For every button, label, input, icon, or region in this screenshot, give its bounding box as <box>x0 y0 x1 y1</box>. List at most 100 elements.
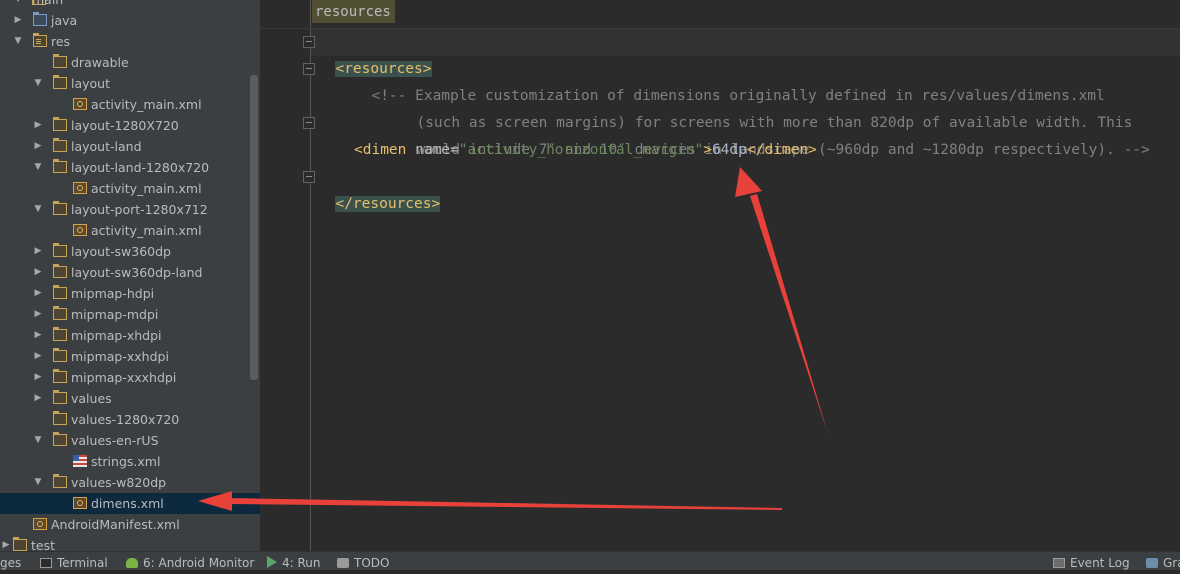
tree-item-layout-1280x720[interactable]: ▶ layout-1280X720 <box>0 115 260 136</box>
fold-marker-icon[interactable] <box>303 36 315 48</box>
xml-file-icon <box>73 497 87 509</box>
tree-item-label: values-w820dp <box>71 475 167 490</box>
folder-icon <box>53 390 67 404</box>
code-line-4: would include 7″ and 10″ devices in land… <box>399 110 1149 158</box>
breadcrumb[interactable]: resources <box>312 0 395 23</box>
tree-item-label: layout-port-1280x712 <box>71 202 208 217</box>
layout-xml-icon <box>73 182 87 194</box>
chevron-down-icon[interactable]: ▼ <box>12 0 24 10</box>
us-flag-icon <box>73 455 87 467</box>
tree-item-label: layout-land-1280x720 <box>71 160 210 175</box>
tree-item-layout-port-1280x712[interactable]: ▼ layout-port-1280x712 <box>0 199 260 220</box>
tree-item-values-en-rus[interactable]: ▼ values-en-rUS <box>0 430 260 451</box>
folder-icon <box>53 285 67 299</box>
tree-item-main[interactable]: ▼ main <box>0 0 260 10</box>
chevron-right-icon[interactable]: ▶ <box>32 304 44 325</box>
tree-item-layout[interactable]: ▼ layout <box>0 73 260 94</box>
chevron-right-icon[interactable]: ▶ <box>32 346 44 367</box>
tree-item-layout-land-1280x720[interactable]: ▼ layout-land-1280x720 <box>0 157 260 178</box>
chevron-right-icon[interactable]: ▶ <box>32 115 44 136</box>
chevron-down-icon[interactable]: ▼ <box>32 73 44 94</box>
code-line-6: </resources> <box>318 164 441 212</box>
tree-item-drawable[interactable]: drawable <box>0 52 260 73</box>
terminal-icon <box>40 558 52 568</box>
chevron-right-icon[interactable]: ▶ <box>32 241 44 262</box>
attribute-name: name= <box>406 142 459 158</box>
folder-icon <box>53 201 67 215</box>
fold-marker-icon[interactable] <box>303 63 315 75</box>
tab-label: Event Log <box>1070 556 1130 570</box>
tree-item-label: layout-sw360dp-land <box>71 265 203 280</box>
tree-item-label: values <box>71 391 112 406</box>
tree-item-label: activity_main.xml <box>91 223 202 238</box>
tree-item-layout-sw360dp-land[interactable]: ▶ layout-sw360dp-land <box>0 262 260 283</box>
tree-item-androidmanifest-xml[interactable]: AndroidManifest.xml <box>0 514 260 535</box>
fold-marker-icon[interactable] <box>303 117 315 129</box>
folder-icon <box>53 369 67 383</box>
messages-tab[interactable]: ges <box>0 552 21 570</box>
tree-item-test[interactable]: ▶ test <box>0 535 260 551</box>
run-tab[interactable]: 4: Run <box>267 552 321 570</box>
chevron-right-icon[interactable]: ▶ <box>0 535 12 551</box>
folder-icon <box>53 264 67 278</box>
tree-item-activity-main-xml[interactable]: activity_main.xml <box>0 94 260 115</box>
tab-label: TODO <box>354 556 390 570</box>
folder-icon <box>53 306 67 320</box>
tree-item-layout-land[interactable]: ▶ layout-land <box>0 136 260 157</box>
tree-scrollbar[interactable] <box>250 75 258 380</box>
chevron-down-icon[interactable]: ▼ <box>32 472 44 493</box>
chevron-right-icon[interactable]: ▶ <box>12 10 24 31</box>
code-line-2: <!-- Example customization of dimensions… <box>354 56 1104 104</box>
tree-item-layout-sw360dp[interactable]: ▶ layout-sw360dp <box>0 241 260 262</box>
tree-item-label: values-1280x720 <box>71 412 180 427</box>
todo-tab[interactable]: TODO <box>337 552 389 570</box>
folder-icon <box>53 411 67 425</box>
gradle-icon <box>1146 558 1158 568</box>
tree-item-values-1280x720[interactable]: values-1280x720 <box>0 409 260 430</box>
tree-item-activity-main-xml[interactable]: activity_main.xml <box>0 220 260 241</box>
chevron-right-icon[interactable]: ▶ <box>32 388 44 409</box>
android-monitor-tab[interactable]: 6: Android Monitor <box>126 552 254 570</box>
tree-item-mipmap-xxxhdpi[interactable]: ▶ mipmap-xxxhdpi <box>0 367 260 388</box>
todo-icon <box>337 558 349 568</box>
tree-item-label: mipmap-mdpi <box>71 307 159 322</box>
folder-icon <box>53 159 67 173</box>
gradle-tab[interactable]: Gra <box>1146 552 1180 570</box>
terminal-tab[interactable]: Terminal <box>40 552 108 570</box>
tree-item-label: activity_main.xml <box>91 181 202 196</box>
tree-item-mipmap-mdpi[interactable]: ▶ mipmap-mdpi <box>0 304 260 325</box>
chevron-down-icon[interactable]: ▼ <box>32 430 44 451</box>
event-log-tab[interactable]: Event Log <box>1053 552 1130 570</box>
folder-icon <box>53 474 67 488</box>
tree-item-activity-main-xml[interactable]: activity_main.xml <box>0 178 260 199</box>
tree-item-label: values-en-rUS <box>71 433 159 448</box>
tab-label: 4: Run <box>282 556 321 570</box>
tree-item-label: mipmap-xxxhdpi <box>71 370 177 385</box>
tree-item-mipmap-xhdpi[interactable]: ▶ mipmap-xhdpi <box>0 325 260 346</box>
tree-item-java[interactable]: ▶ java <box>0 10 260 31</box>
chevron-right-icon[interactable]: ▶ <box>32 367 44 388</box>
tree-item-values[interactable]: ▶ values <box>0 388 260 409</box>
tree-item-strings-xml[interactable]: strings.xml <box>0 451 260 472</box>
chevron-down-icon[interactable]: ▼ <box>12 31 24 52</box>
tree-item-label: AndroidManifest.xml <box>51 517 180 532</box>
folder-icon <box>53 138 67 152</box>
tree-item-label: java <box>51 13 78 28</box>
chevron-right-icon[interactable]: ▶ <box>32 283 44 304</box>
tree-item-mipmap-xxhdpi[interactable]: ▶ mipmap-xxhdpi <box>0 346 260 367</box>
attribute-value: "activity_horizontal_margin" <box>458 142 704 158</box>
tree-item-label: strings.xml <box>91 454 161 469</box>
folder-icon <box>53 54 67 68</box>
chevron-down-icon[interactable]: ▼ <box>32 199 44 220</box>
tree-item-mipmap-hdpi[interactable]: ▶ mipmap-hdpi <box>0 283 260 304</box>
folder-icon <box>53 243 67 257</box>
fold-marker-icon[interactable] <box>303 171 315 183</box>
chevron-right-icon[interactable]: ▶ <box>32 325 44 346</box>
chevron-right-icon[interactable]: ▶ <box>32 136 44 157</box>
chevron-right-icon[interactable]: ▶ <box>32 262 44 283</box>
tree-item-dimens-xml[interactable]: dimens.xml <box>0 493 260 514</box>
tree-item-res[interactable]: ▼ res <box>0 31 260 52</box>
chevron-down-icon[interactable]: ▼ <box>32 157 44 178</box>
tree-item-values-w820dp[interactable]: ▼ values-w820dp <box>0 472 260 493</box>
layout-xml-icon <box>73 98 87 110</box>
